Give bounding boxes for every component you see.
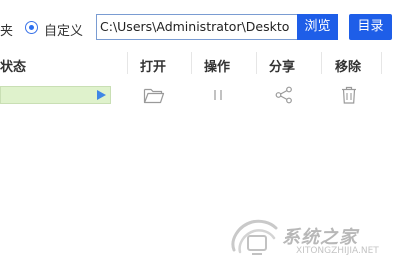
progress-fill xyxy=(1,87,110,103)
download-manager-panel: 夹 自定义 C:\Users\Administrator\Deskto 浏览 目… xyxy=(0,0,400,266)
save-path-input[interactable]: C:\Users\Administrator\Deskto xyxy=(96,14,298,40)
column-divider xyxy=(256,52,257,74)
watermark-logo-icon xyxy=(231,219,278,255)
column-divider xyxy=(191,52,192,74)
custom-path-radio[interactable] xyxy=(25,21,38,34)
open-directory-button[interactable]: 目录 xyxy=(349,14,392,40)
column-open: 打开 xyxy=(140,60,167,75)
watermark-url: XITONGZHIJIA.NET xyxy=(296,246,379,256)
save-path-bar: 夹 自定义 C:\Users\Administrator\Deskto 浏览 目… xyxy=(0,0,400,46)
column-share: 分享 xyxy=(269,60,296,75)
pause-icon[interactable] xyxy=(211,85,225,109)
share-icon[interactable] xyxy=(274,85,294,109)
column-divider xyxy=(321,52,322,74)
folder-icon[interactable] xyxy=(143,85,165,109)
column-remove: 移除 xyxy=(335,60,362,75)
default-folder-option-label[interactable]: 夹 xyxy=(0,20,13,39)
browse-button[interactable]: 浏览 xyxy=(297,14,338,40)
task-progress-bar xyxy=(0,86,111,104)
task-table-header: 状态 打开 操作 分享 移除 xyxy=(0,52,400,75)
column-divider xyxy=(381,52,382,74)
watermark: 系统之家 XITONGZHIJIA.NET xyxy=(226,212,396,260)
task-row xyxy=(0,78,400,114)
column-operate: 操作 xyxy=(204,60,231,75)
play-icon[interactable] xyxy=(97,90,106,100)
custom-path-option-label[interactable]: 自定义 xyxy=(44,20,83,39)
column-status: 状态 xyxy=(0,60,27,75)
column-divider xyxy=(127,52,128,74)
trash-icon[interactable] xyxy=(340,85,358,109)
